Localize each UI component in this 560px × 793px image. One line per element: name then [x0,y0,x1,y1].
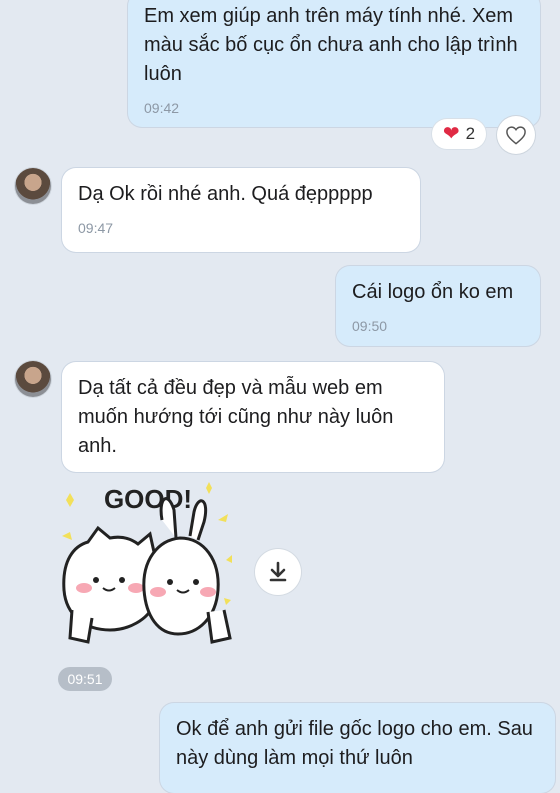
sticker-time: 09:51 [58,667,112,691]
message-time: 09:42 [144,100,180,116]
download-icon [269,561,287,582]
reaction-badge[interactable]: ❤ 2 [432,119,486,149]
heart-icon: ❤ [442,123,460,145]
message-text: Em xem giúp anh trên máy tính nhé. Xem m… [144,5,518,85]
heart-outline-icon [506,126,526,145]
avatar[interactable] [15,361,51,397]
add-reaction-button[interactable] [497,116,535,154]
message-text: Dạ Ok rồi nhé anh. Quá đẹppppp [78,183,373,205]
message-bubble-outgoing[interactable]: Em xem giúp anh trên máy tính nhé. Xem m… [128,0,540,127]
message-bubble-outgoing[interactable]: Cái logo ổn ko em 09:50 [336,266,540,346]
message-text: Ok để anh gửi file gốc logo cho em. Sau … [176,718,533,769]
sticker-image[interactable]: GOOD! [58,480,238,660]
message-text: Dạ tất cả đều đẹp và mẫu web em muốn hướ… [78,377,394,457]
message-bubble-incoming[interactable]: Dạ tất cả đều đẹp và mẫu web em muốn hướ… [62,362,444,472]
chat-thread: Em xem giúp anh trên máy tính nhé. Xem m… [0,0,560,793]
message-text: Cái logo ổn ko em [352,281,514,303]
reaction-count: 2 [465,124,476,143]
message-bubble-incoming[interactable]: Dạ Ok rồi nhé anh. Quá đẹppppp 09:47 [62,168,420,252]
message-time: 09:47 [78,220,114,236]
avatar[interactable] [15,168,51,204]
download-button[interactable] [255,549,301,595]
message-bubble-outgoing[interactable]: Ok để anh gửi file gốc logo cho em. Sau … [160,703,555,793]
sticker-caption: GOOD! [104,484,192,514]
message-time: 09:50 [352,318,388,334]
